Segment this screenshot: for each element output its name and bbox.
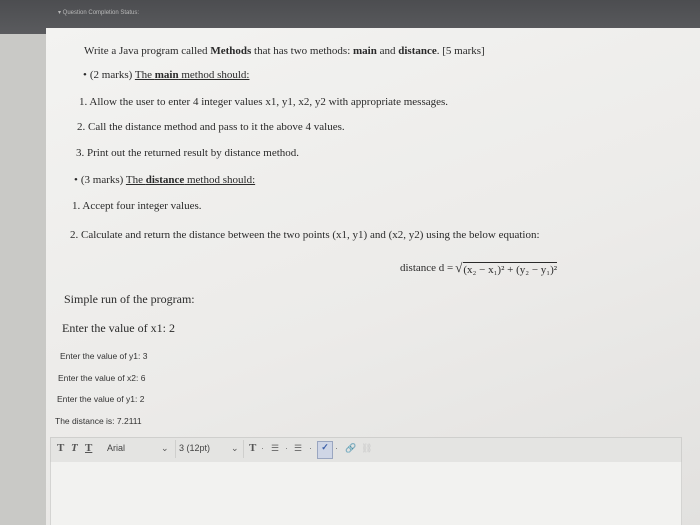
separator [175, 440, 176, 458]
main-requirement-3: 3. Print out the returned result by dist… [76, 147, 300, 159]
chevron-down-icon[interactable]: · [261, 443, 264, 453]
answer-editor[interactable] [50, 462, 682, 525]
distance-requirement-1: 1. Accept four integer values. [72, 200, 202, 212]
question-completion-status[interactable]: ▾ Question Completion Status: [58, 9, 139, 16]
square-root-icon: √ [455, 260, 463, 275]
spellcheck-icon[interactable]: ✓ [317, 441, 333, 459]
sample-output-line: Enter the value of y1: 2 [57, 394, 145, 404]
chevron-down-icon[interactable]: · [335, 443, 338, 453]
bold-button[interactable]: T [57, 442, 64, 454]
text-color-button[interactable]: T [249, 442, 256, 454]
editor-toolbar: T T T Arial ⌄ 3 (12pt) ⌄ T · ☰ · ☰ · ✓ ·… [50, 437, 682, 463]
sample-output-line: Enter the value of y1: 3 [60, 351, 148, 361]
separator [243, 440, 244, 458]
main-requirement-1: 1. Allow the user to enter 4 integer val… [79, 96, 449, 108]
sample-output-line: The distance is: 7.2111 [55, 416, 142, 426]
distance-requirement-2: 2. Calculate and return the distance bet… [70, 229, 540, 241]
distance-equation: distance d = √ (x₂ − x₁)² + (y₂ − y₁)² [400, 260, 558, 276]
bullet-icon: • [74, 174, 78, 186]
font-family-select[interactable]: Arial [107, 443, 125, 453]
chevron-down-icon[interactable]: · [285, 443, 288, 453]
sample-output-line: Enter the value of x2: 6 [58, 373, 146, 383]
link-icon[interactable]: 🔗 [345, 443, 356, 454]
section-main-heading: • (2 marks) The main method should: [83, 69, 250, 81]
unlink-icon[interactable]: ⛓ [361, 443, 372, 454]
italic-button[interactable]: T [71, 442, 78, 454]
question-intro: Write a Java program called Methods that… [84, 45, 485, 57]
chevron-down-icon[interactable]: ⌄ [231, 443, 239, 454]
main-requirement-2: 2. Call the distance method and pass to … [77, 121, 345, 133]
chevron-down-icon[interactable]: ⌄ [161, 443, 169, 454]
bullet-icon: • [83, 69, 87, 81]
bullet-list-icon[interactable]: ☰ [271, 443, 279, 454]
section-distance-heading: • (3 marks) The distance method should: [74, 174, 256, 186]
underline-button[interactable]: T [85, 442, 92, 454]
numbered-list-icon[interactable]: ☰ [294, 443, 302, 454]
sample-output-line: Enter the value of x1: 2 [62, 321, 175, 335]
chevron-down-icon[interactable]: · [309, 443, 312, 453]
font-size-select[interactable]: 3 (12pt) [179, 443, 210, 453]
sample-run-title: Simple run of the program: [64, 292, 195, 306]
